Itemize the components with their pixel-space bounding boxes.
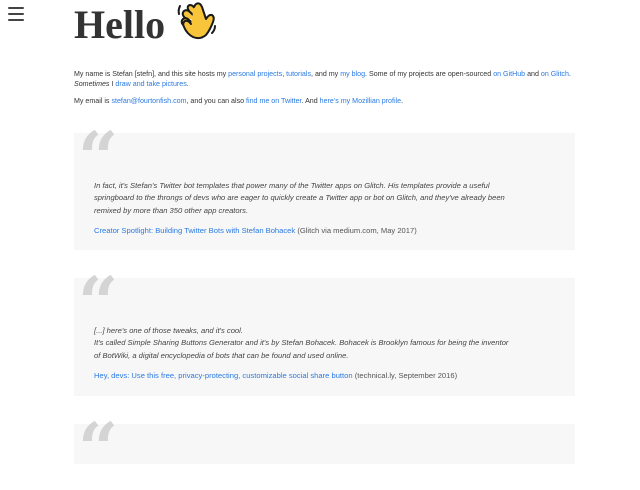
testimonial-line: [...] here's one of those tweaks, and it… — [94, 326, 243, 335]
intro-text: , and my — [311, 70, 341, 78]
intro-text: . — [186, 80, 189, 88]
intro-text: My email is — [74, 97, 112, 105]
page-title: Hello — [74, 2, 219, 56]
citation-link[interactable]: Creator Spotlight: Building Twitter Bots… — [94, 226, 295, 235]
blog-link[interactable]: my blog — [340, 70, 365, 78]
testimonial-card: “ In fact, it's Stefan's Twitter bot tem… — [74, 123, 575, 250]
draw-pictures-link[interactable]: draw and take pictures — [115, 80, 186, 88]
intro-text: . And — [301, 97, 320, 105]
testimonial-line: remixed by more than 350 other app creat… — [94, 205, 249, 215]
intro-text: and — [525, 70, 541, 78]
page-title-text: Hello — [74, 2, 166, 48]
intro-emphasis: Sometimes — [74, 80, 110, 88]
intro-text: My name is Stefan [stefn], and this site… — [74, 70, 229, 78]
citation-source: (Glitch via medium.com, May 2017) — [295, 226, 417, 235]
testimonial-text: [...] here's one of those tweaks, and it… — [94, 325, 554, 362]
hamburger-menu-icon[interactable] — [8, 7, 24, 23]
intro-text: . Some of my projects are open-sourced — [365, 70, 494, 78]
testimonial-text: In fact, it's Stefan's Twitter bot templ… — [94, 180, 554, 217]
waving-hand-icon — [175, 0, 219, 53]
testimonial-card: “ — [74, 414, 575, 484]
intro-text: , and you can also — [186, 97, 247, 105]
testimonial-line: It's called Simple Sharing Buttons Gener… — [94, 338, 509, 348]
quote-mark-icon: “ — [78, 407, 119, 490]
intro-section: My name is Stefan [stefn], and this site… — [74, 69, 574, 113]
personal-projects-link[interactable]: personal projects — [228, 70, 282, 78]
email-link[interactable]: stefan@fourtonfish.com — [111, 97, 186, 105]
citation-link[interactable]: Hey, devs: Use this free, privacy-protec… — [94, 371, 353, 380]
tutorials-link[interactable]: tutorials — [286, 70, 311, 78]
contact-paragraph: My email is stefan@fourtonfish.com, and … — [74, 96, 574, 106]
intro-paragraph: My name is Stefan [stefn], and this site… — [74, 69, 574, 89]
mozillian-profile-link[interactable]: here's my Mozillian profile — [320, 97, 401, 105]
intro-text: . — [401, 97, 404, 105]
testimonial-citation: Hey, devs: Use this free, privacy-protec… — [94, 370, 457, 382]
intro-text: . — [568, 70, 571, 78]
testimonial-card: “ [...] here's one of those tweaks, and … — [74, 268, 575, 396]
glitch-link[interactable]: on Glitch — [541, 70, 569, 78]
testimonial-line: springboard to the throngs of devs who a… — [94, 193, 505, 203]
testimonial-line: In fact, it's Stefan's Twitter bot templ… — [94, 181, 490, 190]
twitter-link[interactable]: find me on Twitter — [246, 97, 301, 105]
testimonial-citation: Creator Spotlight: Building Twitter Bots… — [94, 225, 417, 237]
citation-source: (technical.ly, September 2016) — [352, 371, 458, 380]
testimonial-line: of BotWiki, a digital encyclopedia of bo… — [94, 350, 349, 360]
github-link[interactable]: on GitHub — [493, 70, 525, 78]
